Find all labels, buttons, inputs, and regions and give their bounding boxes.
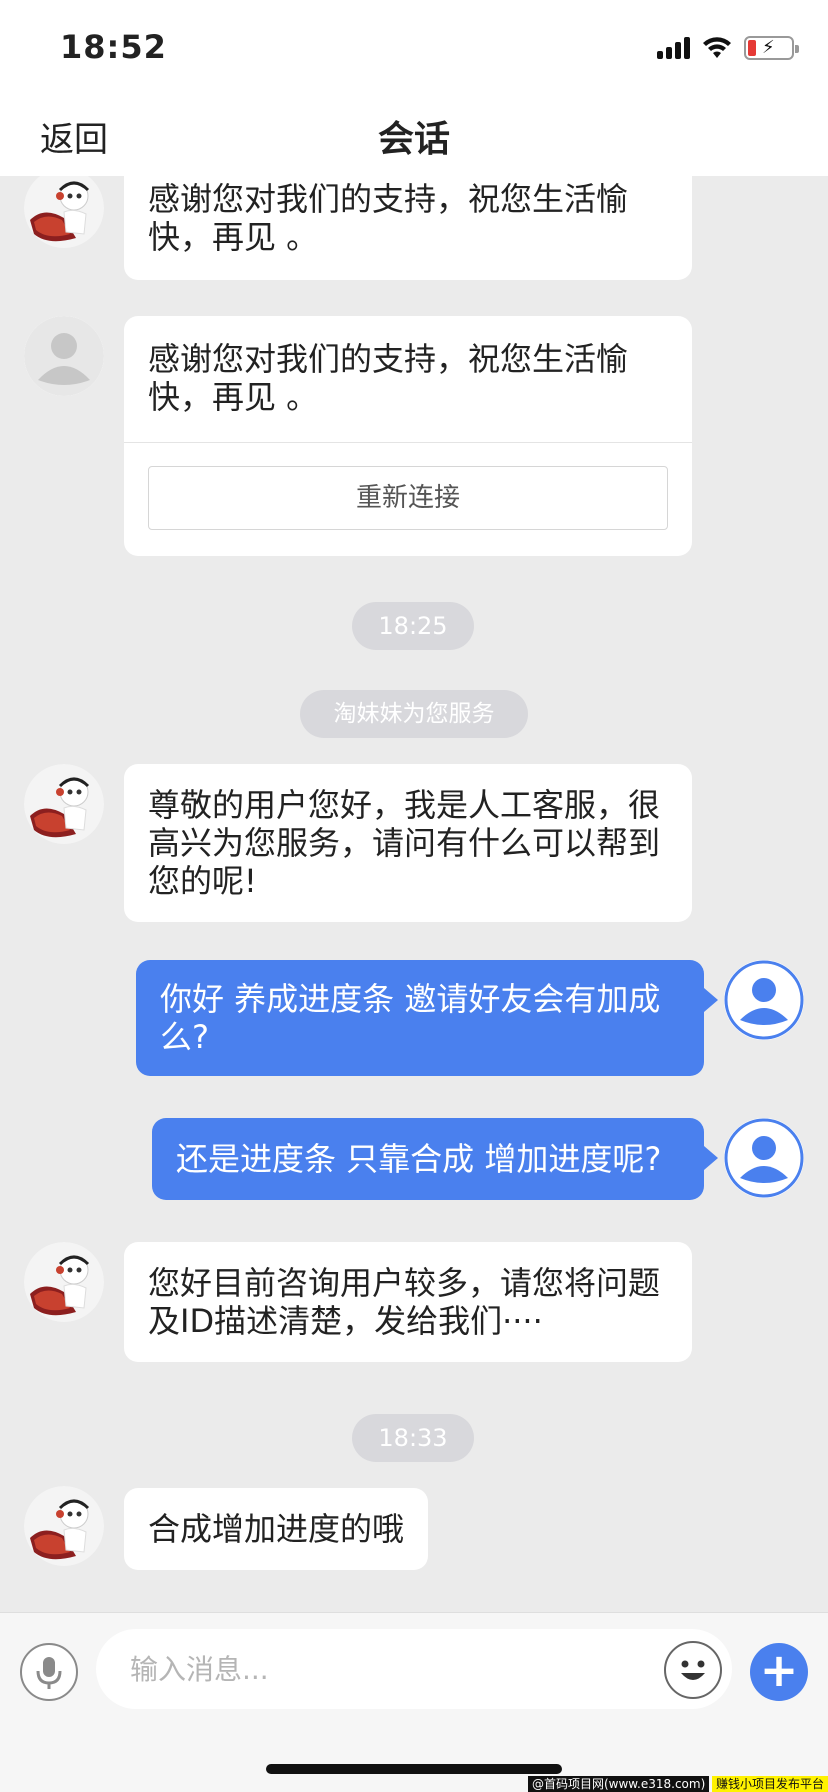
timestamp-pill: 18:33: [352, 1414, 474, 1462]
message-list[interactable]: 感谢您对我们的支持，祝您生活愉快，再见 。 感谢您对我们的支持，祝您生活愉快，再…: [0, 176, 828, 1612]
message-text: 你好 养成进度条 邀请好友会有加成么?: [160, 980, 661, 1056]
home-indicator: [266, 1764, 562, 1774]
status-bar: 18:52 ⚡: [0, 0, 828, 88]
emoji-button[interactable]: [664, 1641, 722, 1699]
agent-avatar: [24, 176, 104, 248]
message-bubble-user: 还是进度条 只靠合成 增加进度呢?: [152, 1118, 718, 1200]
message-bubble-agent: 感谢您对我们的支持，祝您生活愉快，再见 。: [124, 176, 692, 280]
agent-avatar: [24, 1486, 104, 1566]
emoji-icon: [681, 1660, 705, 1680]
agent-avatar: [24, 1242, 104, 1322]
service-notice: 淘妹妹为您服务: [300, 690, 528, 738]
default-avatar: [24, 316, 104, 396]
watermark-left: @首码项目网(www.e318.com): [528, 1776, 710, 1792]
message-text: 尊敬的用户您好，我是人工客服，很高兴为您服务，请问有什么可以帮到您的呢!: [148, 786, 661, 900]
watermark-right: 赚钱小项目发布平台: [712, 1776, 828, 1792]
message-bubble-agent: 尊敬的用户您好，我是人工客服，很高兴为您服务，请问有什么可以帮到您的呢!: [124, 764, 692, 922]
microphone-icon: [36, 1657, 62, 1689]
add-button[interactable]: +: [750, 1643, 808, 1701]
bubble-divider: [124, 442, 692, 443]
status-time: 18:52: [60, 28, 167, 66]
user-avatar: [724, 960, 804, 1040]
message-text: 您好目前咨询用户较多，请您将问题及ID描述清楚，发给我们····: [148, 1264, 661, 1340]
message-text: 合成增加进度的哦: [148, 1510, 405, 1548]
timestamp-pill: 18:25: [352, 602, 474, 650]
agent-avatar: [24, 764, 104, 844]
user-avatar: [724, 1118, 804, 1198]
reconnect-button[interactable]: 重新连接: [148, 466, 668, 530]
message-bubble-system: 感谢您对我们的支持，祝您生活愉快，再见 。 重新连接: [124, 316, 692, 556]
nav-bar: 返回 会话: [0, 88, 828, 176]
battery-icon: ⚡: [744, 36, 799, 60]
message-bubble-agent: 合成增加进度的哦: [124, 1488, 429, 1570]
page-title: 会话: [377, 119, 450, 160]
cellular-signal-icon: [657, 37, 690, 59]
message-bubble-agent: 您好目前咨询用户较多，请您将问题及ID描述清楚，发给我们····: [124, 1242, 692, 1362]
message-input[interactable]: [96, 1629, 732, 1709]
status-icons: ⚡: [657, 34, 799, 62]
message-text: 感谢您对我们的支持，祝您生活愉快，再见 。: [148, 340, 629, 416]
message-text: 还是进度条 只靠合成 增加进度呢?: [176, 1140, 662, 1178]
message-text: 感谢您对我们的支持，祝您生活愉快，再见 。: [148, 180, 629, 256]
wifi-icon: [703, 37, 731, 58]
message-bubble-user: 你好 养成进度条 邀请好友会有加成么?: [136, 960, 718, 1076]
voice-button[interactable]: [20, 1643, 78, 1701]
plus-icon: +: [759, 1643, 799, 1697]
